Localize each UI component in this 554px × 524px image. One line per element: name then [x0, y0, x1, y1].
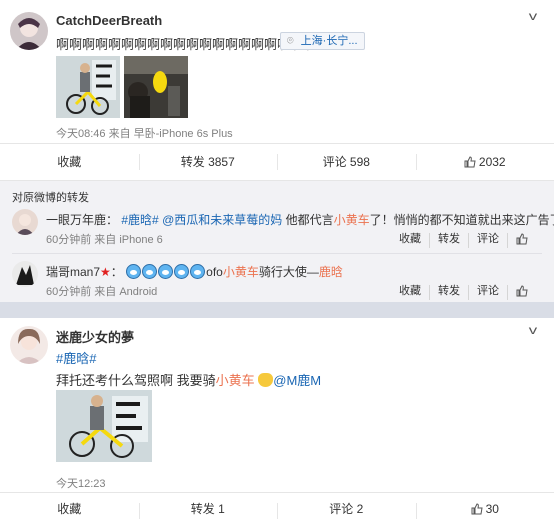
highlight-keyword[interactable]: 小黄车	[223, 265, 259, 279]
repost-text-b: 了！悄悄的都不知道就出来这广告了	[369, 213, 554, 227]
emoji-icon	[190, 264, 206, 279]
emoji-icon	[174, 264, 190, 279]
like-button[interactable]: 2032	[415, 144, 554, 179]
location-pin-icon: ⌾	[287, 35, 294, 47]
highlight-keyword[interactable]: 小黄车	[216, 373, 255, 388]
separator: ：	[106, 213, 119, 227]
avatar[interactable]	[10, 12, 48, 50]
location-tag[interactable]: ⌾ 上海·长宁...	[280, 32, 365, 50]
mention-link[interactable]: @西瓜和未来草莓的妈	[162, 213, 282, 227]
collect-button[interactable]: 收藏	[0, 493, 139, 524]
repost-header: 对原微博的转发	[12, 192, 89, 204]
repost-username[interactable]: 一眼万年鹿	[46, 213, 106, 227]
location-label: 上海·长宁...	[300, 35, 358, 47]
weibo-post-1: CatchDeerBreath v 啊啊啊啊啊啊啊啊啊啊啊啊啊啊啊啊啊啊啊啊 ⌾…	[0, 0, 554, 180]
weibo-post-2: 迷鹿少女的夢 v #鹿晗# 拜托还考什么驾照啊 我要骑小黄车 @M鹿M 今天12…	[0, 318, 554, 524]
action-bar: 收藏 转发 1 评论 2 30	[0, 492, 554, 524]
divider	[12, 253, 542, 254]
repost-actions: 收藏 转发 评论	[391, 285, 536, 300]
action-bar: 收藏 转发 3857 评论 598 2032	[0, 143, 554, 179]
repost-actions: 收藏 转发 评论	[391, 233, 536, 248]
separator: ：	[110, 265, 123, 279]
repost-prefix: ofo	[206, 265, 223, 279]
post-meta: 今天08:46 来自 早卧-iPhone 6s Plus	[56, 128, 233, 140]
repost-meta: 60分钟前 来自 iPhone 6	[46, 234, 163, 246]
like-button[interactable]	[507, 285, 536, 300]
post-image[interactable]	[56, 390, 152, 462]
avatar[interactable]	[12, 209, 38, 235]
highlight-keyword[interactable]: 鹿晗	[319, 265, 343, 279]
star-icon: ★	[100, 265, 111, 279]
repost-button[interactable]: 转发	[429, 233, 468, 248]
like-button[interactable]	[507, 233, 536, 248]
thumbs-up-icon	[471, 502, 483, 514]
repost-button[interactable]: 转发 1	[138, 493, 278, 524]
avatar[interactable]	[12, 261, 38, 287]
avatar[interactable]	[10, 326, 48, 364]
comment-button[interactable]: 评论	[468, 285, 507, 300]
comment-button[interactable]: 评论	[468, 233, 507, 248]
username[interactable]: CatchDeerBreath	[56, 13, 162, 28]
emoji-icon	[126, 264, 142, 279]
repost-section: 对原微博的转发 一眼万年鹿： #鹿晗# @西瓜和未来草莓的妈 他都代言小黄车了！…	[0, 180, 554, 302]
comment-button[interactable]: 评论 598	[277, 144, 416, 179]
repost-username[interactable]: 瑞哥man7	[46, 265, 100, 279]
like-count: 2032	[478, 154, 506, 169]
like-button[interactable]: 30	[415, 493, 554, 524]
thumbs-up-icon	[516, 285, 528, 297]
highlight-keyword[interactable]: 小黄车	[334, 213, 370, 227]
post-text: 啊啊啊啊啊啊啊啊啊啊啊啊啊啊啊啊啊啊啊啊	[56, 37, 317, 52]
post-meta: 今天12:23	[56, 478, 106, 490]
username[interactable]: 迷鹿少女的夢	[56, 327, 134, 346]
chevron-down-icon[interactable]: v	[529, 9, 537, 23]
post-image-2[interactable]	[124, 56, 188, 118]
repost-button[interactable]: 转发	[429, 285, 468, 300]
repost-item: 瑞哥man7★： ofo小黄车骑行大使—鹿晗 60分钟前 来自 Android …	[12, 259, 546, 301]
hashtag-link[interactable]: #鹿晗#	[56, 348, 96, 367]
cat-emoji-icon	[258, 373, 274, 387]
collect-button[interactable]: 收藏	[0, 144, 139, 179]
hashtag-link[interactable]: #鹿晗#	[121, 213, 158, 227]
post-text: 拜托还考什么驾照啊 我要骑	[56, 373, 216, 388]
post-image-1[interactable]	[56, 56, 120, 118]
mention-link[interactable]: @M鹿M	[273, 373, 321, 388]
thumbs-up-icon	[464, 155, 476, 167]
collect-button[interactable]: 收藏	[391, 233, 429, 248]
repost-text-a: 他都代言	[285, 213, 334, 227]
chevron-down-icon[interactable]: v	[529, 323, 537, 337]
repost-button[interactable]: 转发 3857	[138, 144, 278, 179]
collect-button[interactable]: 收藏	[391, 285, 429, 300]
thumbs-up-icon	[516, 233, 528, 245]
repost-item: 一眼万年鹿： #鹿晗# @西瓜和未来草莓的妈 他都代言小黄车了！悄悄的都不知道就…	[12, 207, 554, 249]
emoji-icon	[142, 264, 158, 279]
repost-text-a: 骑行大使—	[258, 265, 319, 279]
like-count: 30	[485, 501, 499, 516]
emoji-icon	[158, 264, 174, 279]
comment-button[interactable]: 评论 2	[277, 493, 416, 524]
repost-meta: 60分钟前 来自 Android	[46, 286, 158, 298]
